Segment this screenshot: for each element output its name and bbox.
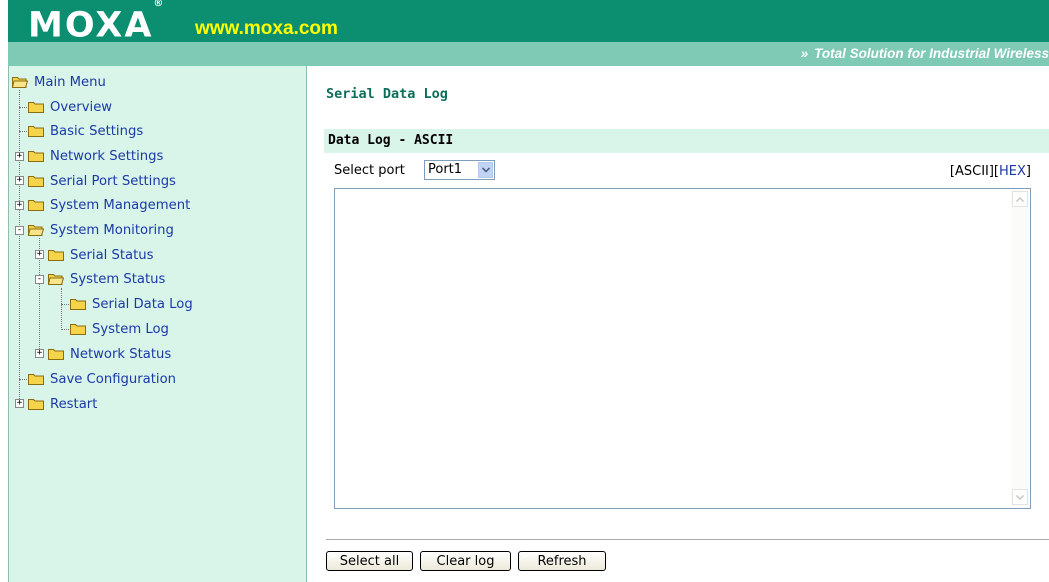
clear-log-button[interactable]: Clear log bbox=[420, 551, 511, 571]
tree-line bbox=[61, 288, 62, 330]
log-textarea[interactable] bbox=[334, 188, 1031, 509]
folder-icon bbox=[28, 373, 44, 385]
main-content: Serial Data Log Data Log - ASCII Select … bbox=[307, 66, 1049, 582]
sidebar-item-system-monitoring[interactable]: System Monitoring bbox=[28, 219, 174, 241]
moxa-logo: MOXA® bbox=[28, 0, 164, 46]
scroll-up-icon[interactable] bbox=[1012, 191, 1028, 207]
hex-mode-link[interactable]: HEX bbox=[999, 164, 1026, 179]
section-header: Data Log - ASCII bbox=[324, 129, 1049, 153]
sidebar-item-network-status[interactable]: Network Status bbox=[48, 343, 171, 365]
folder-icon bbox=[70, 323, 86, 335]
sidebar-menu: + + + - + - + + Main Menu Overview Basic… bbox=[8, 66, 307, 582]
header: MOXA® www.moxa.com » Total Solution for I… bbox=[0, 0, 1049, 66]
sidebar-item-network-settings[interactable]: Network Settings bbox=[28, 145, 163, 167]
sidebar-item-serial-port-settings[interactable]: Serial Port Settings bbox=[28, 170, 176, 192]
scroll-down-icon[interactable] bbox=[1012, 489, 1028, 505]
open-folder-icon bbox=[12, 76, 28, 88]
collapse-toggle[interactable]: - bbox=[35, 275, 44, 284]
select-all-button[interactable]: Select all bbox=[326, 551, 413, 571]
expand-toggle[interactable]: + bbox=[15, 399, 24, 408]
sidebar-item-system-management[interactable]: System Management bbox=[28, 194, 190, 216]
double-chevron-right-icon: » bbox=[800, 46, 809, 61]
scrollbar[interactable] bbox=[1011, 190, 1029, 507]
sidebar-item-restart[interactable]: Restart bbox=[28, 393, 97, 415]
expand-toggle[interactable]: + bbox=[35, 349, 44, 358]
menu-tree: + + + - + - + + Main Menu Overview Basic… bbox=[9, 66, 306, 582]
expand-toggle[interactable]: + bbox=[15, 201, 24, 210]
folder-icon bbox=[28, 175, 44, 187]
sidebar-item-serial-status[interactable]: Serial Status bbox=[48, 244, 154, 266]
sidebar-item-system-log[interactable]: System Log bbox=[70, 318, 169, 340]
sidebar-item-overview[interactable]: Overview bbox=[28, 96, 112, 118]
header-banner bbox=[8, 0, 1049, 42]
sidebar-item-main-menu[interactable]: Main Menu bbox=[12, 71, 106, 93]
folder-icon bbox=[28, 101, 44, 113]
section-title: Data Log - ASCII bbox=[328, 133, 454, 148]
port-label: Select port bbox=[334, 163, 405, 178]
expand-toggle[interactable]: + bbox=[35, 250, 44, 259]
divider bbox=[326, 539, 1049, 540]
expand-toggle[interactable]: + bbox=[15, 176, 24, 185]
site-url[interactable]: www.moxa.com bbox=[195, 16, 338, 42]
open-folder-icon bbox=[28, 224, 44, 236]
chevron-down-icon[interactable] bbox=[478, 162, 493, 178]
folder-icon bbox=[28, 125, 44, 137]
open-folder-icon bbox=[48, 273, 64, 285]
folder-icon bbox=[28, 199, 44, 211]
folder-icon bbox=[70, 298, 86, 310]
collapse-toggle[interactable]: - bbox=[15, 226, 24, 235]
port-select[interactable]: Port1 bbox=[424, 160, 495, 180]
port-select-value: Port1 bbox=[428, 162, 463, 177]
sidebar-item-system-status[interactable]: System Status bbox=[48, 268, 165, 290]
page-title: Serial Data Log bbox=[326, 86, 448, 102]
tree-line bbox=[19, 90, 20, 405]
ascii-mode-label: ASCII bbox=[954, 164, 989, 179]
expand-toggle[interactable]: + bbox=[15, 152, 24, 161]
sidebar-item-save-configuration[interactable]: Save Configuration bbox=[28, 368, 176, 390]
display-mode-links: [ASCII][HEX] bbox=[949, 164, 1031, 179]
sidebar-item-serial-data-log[interactable]: Serial Data Log bbox=[70, 293, 193, 315]
sidebar-item-basic-settings[interactable]: Basic Settings bbox=[28, 120, 143, 142]
folder-icon bbox=[48, 348, 64, 360]
folder-icon bbox=[28, 150, 44, 162]
tagline: » Total Solution for Industrial Wireless bbox=[800, 46, 1049, 61]
folder-icon bbox=[48, 249, 64, 261]
folder-icon bbox=[28, 398, 44, 410]
refresh-button[interactable]: Refresh bbox=[518, 551, 606, 571]
